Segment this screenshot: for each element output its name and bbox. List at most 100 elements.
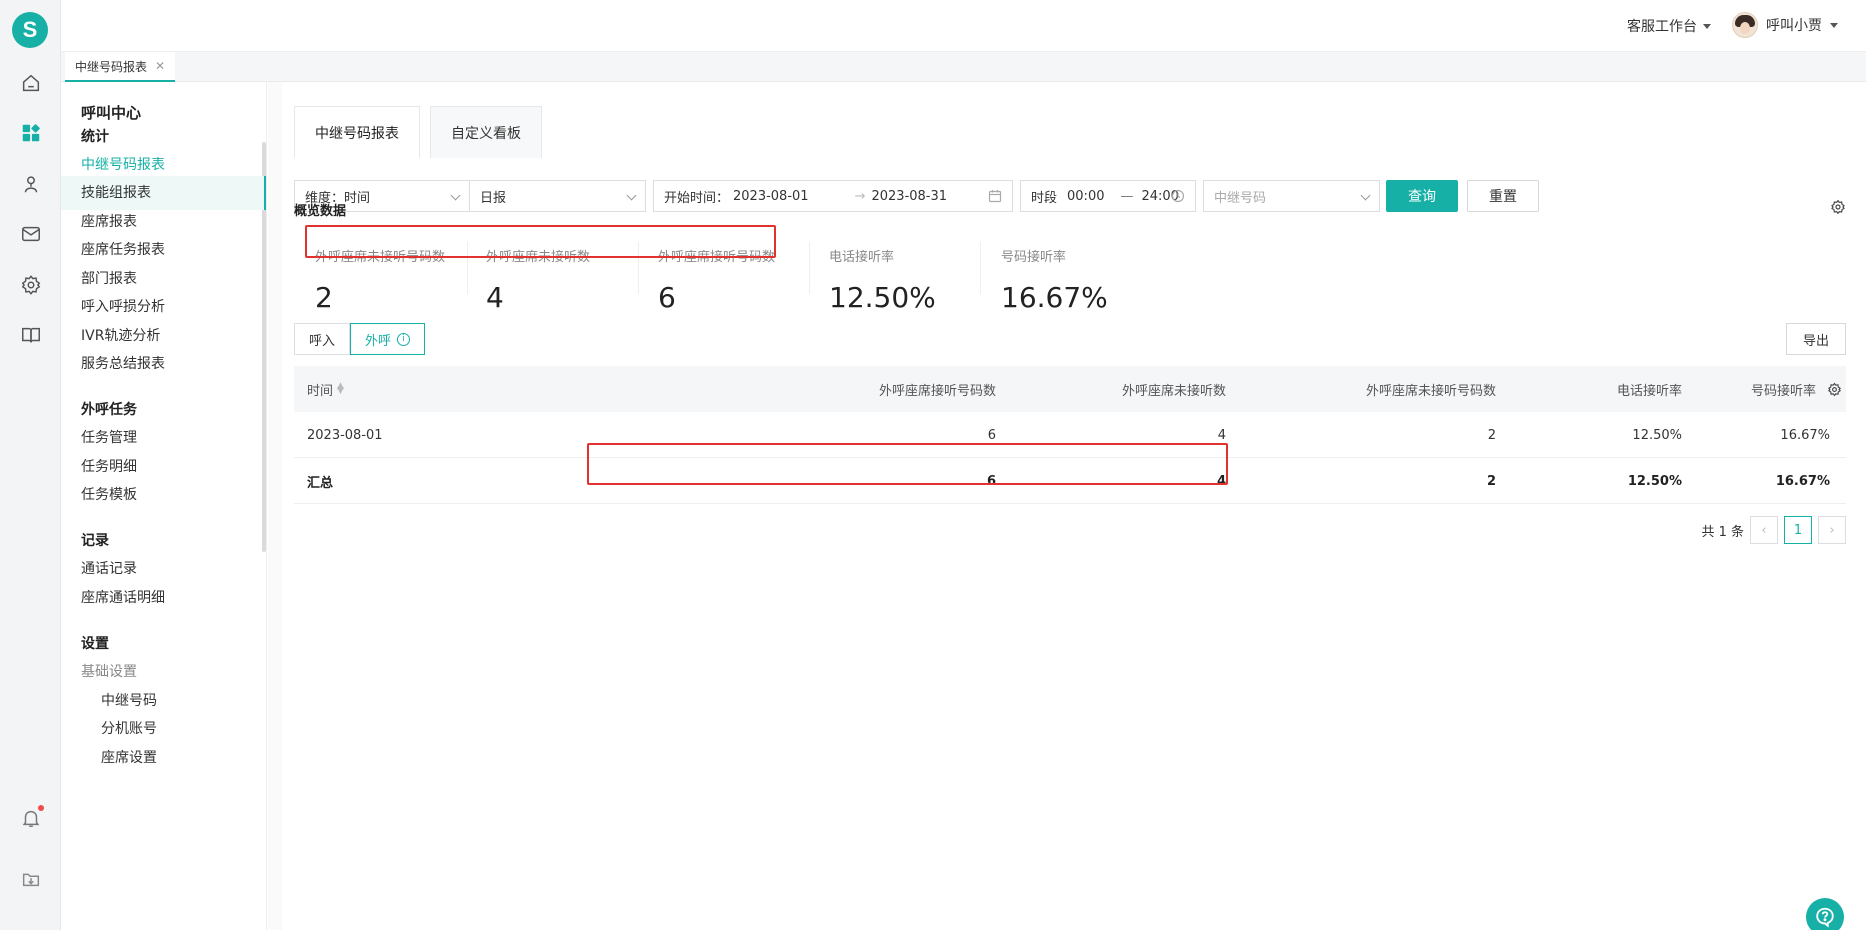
icon-rail: S: [0, 0, 61, 930]
stat-label: 号码接听率: [1001, 250, 1067, 265]
period-value: 日报: [480, 190, 507, 206]
avatar: [1732, 12, 1758, 38]
sidebar-item-task-manage[interactable]: 任务管理: [81, 427, 137, 447]
sidebar-item-agent-task-report[interactable]: 座席任务报表: [81, 239, 165, 259]
export-button[interactable]: 导出: [1786, 323, 1846, 355]
stat-value: 4: [486, 281, 504, 314]
date-range-picker[interactable]: 开始时间： 2023-08-01 → 2023-08-31: [653, 180, 1013, 212]
help-chat-button[interactable]: [1806, 898, 1844, 930]
stat-label: 电话接听率: [829, 250, 895, 265]
sort-icon[interactable]: ▲ ▼: [337, 382, 344, 396]
bell-icon[interactable]: [17, 804, 45, 832]
cell-total-label: 汇总: [307, 475, 334, 491]
reset-button[interactable]: 重置: [1467, 180, 1539, 212]
end-date[interactable]: 2023-08-31: [871, 189, 947, 204]
page-tab-strip: 中继号码报表 ✕: [61, 52, 1866, 82]
page-tab-label: 中继号码报表: [75, 59, 148, 74]
side-menu: 呼叫中心 统计 中继号码报表 技能组报表 座席报表 座席任务报表 部门报表 呼入…: [61, 82, 267, 930]
sidebar-item-trunk-report[interactable]: 中继号码报表: [81, 154, 165, 174]
trunk-number-select[interactable]: 中继号码: [1203, 180, 1380, 212]
info-icon[interactable]: i: [397, 332, 411, 346]
pagination: 共 1 条 ‹ 1 ›: [1701, 516, 1846, 544]
cell-total-number-answer-rate: 16.67%: [1775, 473, 1830, 489]
outbound-toggle[interactable]: 外呼 i: [350, 323, 426, 355]
sidebar-item-dept-report[interactable]: 部门报表: [81, 268, 137, 288]
inbound-toggle[interactable]: 呼入: [294, 323, 351, 355]
sidebar-item-inbound-loss[interactable]: 呼入呼损分析: [81, 296, 165, 316]
start-time-label: 开始时间：: [664, 190, 730, 206]
range-arrow-icon: →: [854, 188, 866, 204]
menu-group-settings: 设置: [81, 636, 109, 652]
trunk-number-placeholder: 中继号码: [1214, 190, 1267, 206]
sidebar-item-trunk-number[interactable]: 中继号码: [101, 690, 157, 710]
column-header-number-answer-rate: 号码接听率: [1750, 383, 1816, 399]
report-tabs: 中继号码报表 自定义看板: [294, 106, 552, 158]
tab-custom-board[interactable]: 自定义看板: [430, 106, 542, 158]
sidebar-item-agent-call-detail[interactable]: 座席通话明细: [81, 587, 165, 607]
column-header-call-answer-rate: 电话接听率: [1616, 383, 1682, 399]
cell-number-answer-rate: 16.67%: [1780, 427, 1830, 443]
contacts-icon[interactable]: [17, 170, 45, 198]
sidebar-item-agent-settings[interactable]: 座席设置: [101, 747, 157, 767]
sidebar-item-task-detail[interactable]: 任务明细: [81, 456, 137, 476]
menu-title: 呼叫中心: [81, 104, 142, 122]
start-date[interactable]: 2023-08-01: [733, 189, 809, 204]
calendar-icon[interactable]: [988, 189, 1002, 207]
chevron-down-icon: [1703, 23, 1711, 29]
menu-group-stats: 统计: [81, 129, 109, 145]
sidebar-item-task-template[interactable]: 任务模板: [81, 484, 137, 504]
cell-call-answer-rate: 12.50%: [1632, 427, 1682, 443]
settings-icon[interactable]: [17, 271, 45, 299]
query-button[interactable]: 查询: [1386, 180, 1458, 212]
download-icon[interactable]: [17, 865, 45, 893]
gear-icon[interactable]: [1830, 199, 1846, 215]
stat-call-answer-rate: 电话接听率 12.50%: [829, 246, 999, 314]
prev-page-button[interactable]: ‹: [1750, 516, 1778, 544]
time-from[interactable]: 00:00: [1067, 189, 1104, 204]
sidebar-item-extension-account[interactable]: 分机账号: [101, 718, 157, 738]
dashboard-icon[interactable]: [17, 119, 45, 147]
notification-dot: [38, 805, 44, 811]
chevron-down-icon: [450, 190, 461, 201]
stat-number-answer-rate: 号码接听率 16.67%: [1001, 246, 1171, 314]
close-icon[interactable]: ✕: [155, 59, 165, 73]
gear-icon[interactable]: [1827, 366, 1842, 412]
cell-total-call-answer-rate: 12.50%: [1627, 473, 1682, 489]
stat-value: 2: [315, 281, 333, 314]
cell-time: 2023-08-01: [307, 427, 383, 443]
chevron-down-icon: [626, 190, 637, 201]
column-header-label: 时间: [307, 383, 334, 399]
home-icon[interactable]: [17, 69, 45, 97]
page-tab-trunk-report[interactable]: 中继号码报表 ✕: [65, 52, 176, 82]
clock-icon[interactable]: [1171, 189, 1185, 207]
user-menu[interactable]: 呼叫小贾: [1732, 12, 1838, 38]
time-range-picker[interactable]: 时段 00:00 — 24:00: [1020, 180, 1196, 212]
range-dash: —: [1120, 188, 1134, 204]
top-header: 客服工作台 呼叫小贾: [61, 0, 1866, 52]
column-header-unanswered-numbers: 外呼座席未接听号码数: [1365, 383, 1496, 399]
outbound-label: 外呼: [365, 333, 392, 349]
workbench-dropdown[interactable]: 客服工作台: [1627, 16, 1711, 36]
sidebar-item-call-records[interactable]: 通话记录: [81, 558, 137, 578]
sidebar-item-ivr-trace[interactable]: IVR轨迹分析: [81, 325, 160, 345]
time-label: 时段: [1031, 190, 1058, 206]
book-icon[interactable]: [17, 321, 45, 349]
workbench-label: 客服工作台: [1627, 19, 1697, 35]
main-area: 中继号码报表 自定义看板 维度：时间 日报 开始时间： 2023-08-01 →…: [268, 82, 1866, 930]
sidebar-item-agent-report[interactable]: 座席报表: [81, 211, 137, 231]
sidebar-item-basic-settings[interactable]: 基础设置: [81, 661, 137, 681]
tab-trunk-report[interactable]: 中继号码报表: [294, 106, 420, 158]
sidebar-item-service-summary[interactable]: 服务总结报表: [81, 353, 165, 373]
column-header-time[interactable]: 时间 ▲ ▼: [307, 366, 344, 412]
sidebar-item-skill-group-report[interactable]: 技能组报表: [81, 182, 151, 202]
direction-toggle: 呼入 外呼 i: [294, 323, 426, 355]
page-number[interactable]: 1: [1784, 516, 1812, 544]
period-select[interactable]: 日报: [469, 180, 646, 212]
mail-icon[interactable]: [17, 220, 45, 248]
chevron-down-icon: [1360, 190, 1371, 201]
stat-value: 6: [658, 281, 676, 314]
app-logo[interactable]: S: [12, 12, 48, 48]
highlight-table-columns: [587, 443, 1228, 485]
column-header-unanswered-count: 外呼座席未接听数: [1121, 383, 1226, 399]
next-page-button[interactable]: ›: [1818, 516, 1846, 544]
